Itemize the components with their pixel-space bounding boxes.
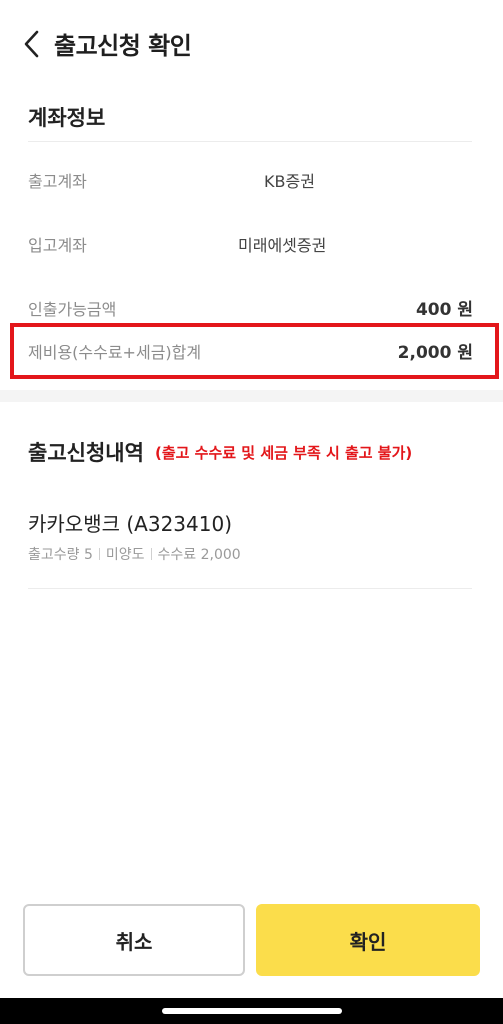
withdraw-account-label: 출고계좌 (28, 172, 87, 191)
deposit-account-value: 미래에셋증권 (238, 236, 326, 255)
header: 출고신청 확인 (0, 0, 503, 86)
meta-separator (98, 548, 100, 560)
quantity-text: 출고수량 5 (28, 547, 93, 563)
page-title: 출고신청 확인 (54, 32, 192, 60)
deposit-account-label: 입고계좌 (28, 236, 87, 255)
withdrawal-confirm-page: 출고신청 확인 계좌정보 출고계좌 KB증권 입고계좌 미래에셋증권 인출가능금… (0, 0, 503, 1024)
withdrawal-warning-note: (출고 수수료 및 세금 부족 시 출고 불가) (155, 444, 413, 462)
divider (28, 588, 472, 589)
meta-separator (150, 548, 152, 560)
back-button[interactable] (16, 24, 48, 64)
withdraw-account-value: KB증권 (264, 172, 315, 191)
home-indicator[interactable] (162, 1008, 342, 1014)
withdrawable-amount-label: 인출가능금액 (28, 300, 117, 319)
stock-item-meta: 출고수량 5 미양도 수수료 2,000 (28, 544, 241, 564)
withdrawal-section-title: 출고신청내역 (28, 441, 144, 465)
account-info-title: 계좌정보 (28, 106, 106, 130)
divider (28, 141, 472, 142)
transfer-status-text: 미양도 (105, 547, 145, 563)
highlight-box (10, 323, 499, 379)
cancel-button[interactable]: 취소 (23, 904, 245, 976)
section-separator (0, 390, 503, 402)
stock-item-name: 카카오뱅크 (A323410) (28, 512, 232, 536)
chevron-left-icon (24, 30, 39, 58)
withdrawable-amount-value: 400 원 (415, 300, 473, 320)
fee-text: 수수료 2,000 (157, 547, 241, 563)
confirm-button[interactable]: 확인 (256, 904, 480, 976)
